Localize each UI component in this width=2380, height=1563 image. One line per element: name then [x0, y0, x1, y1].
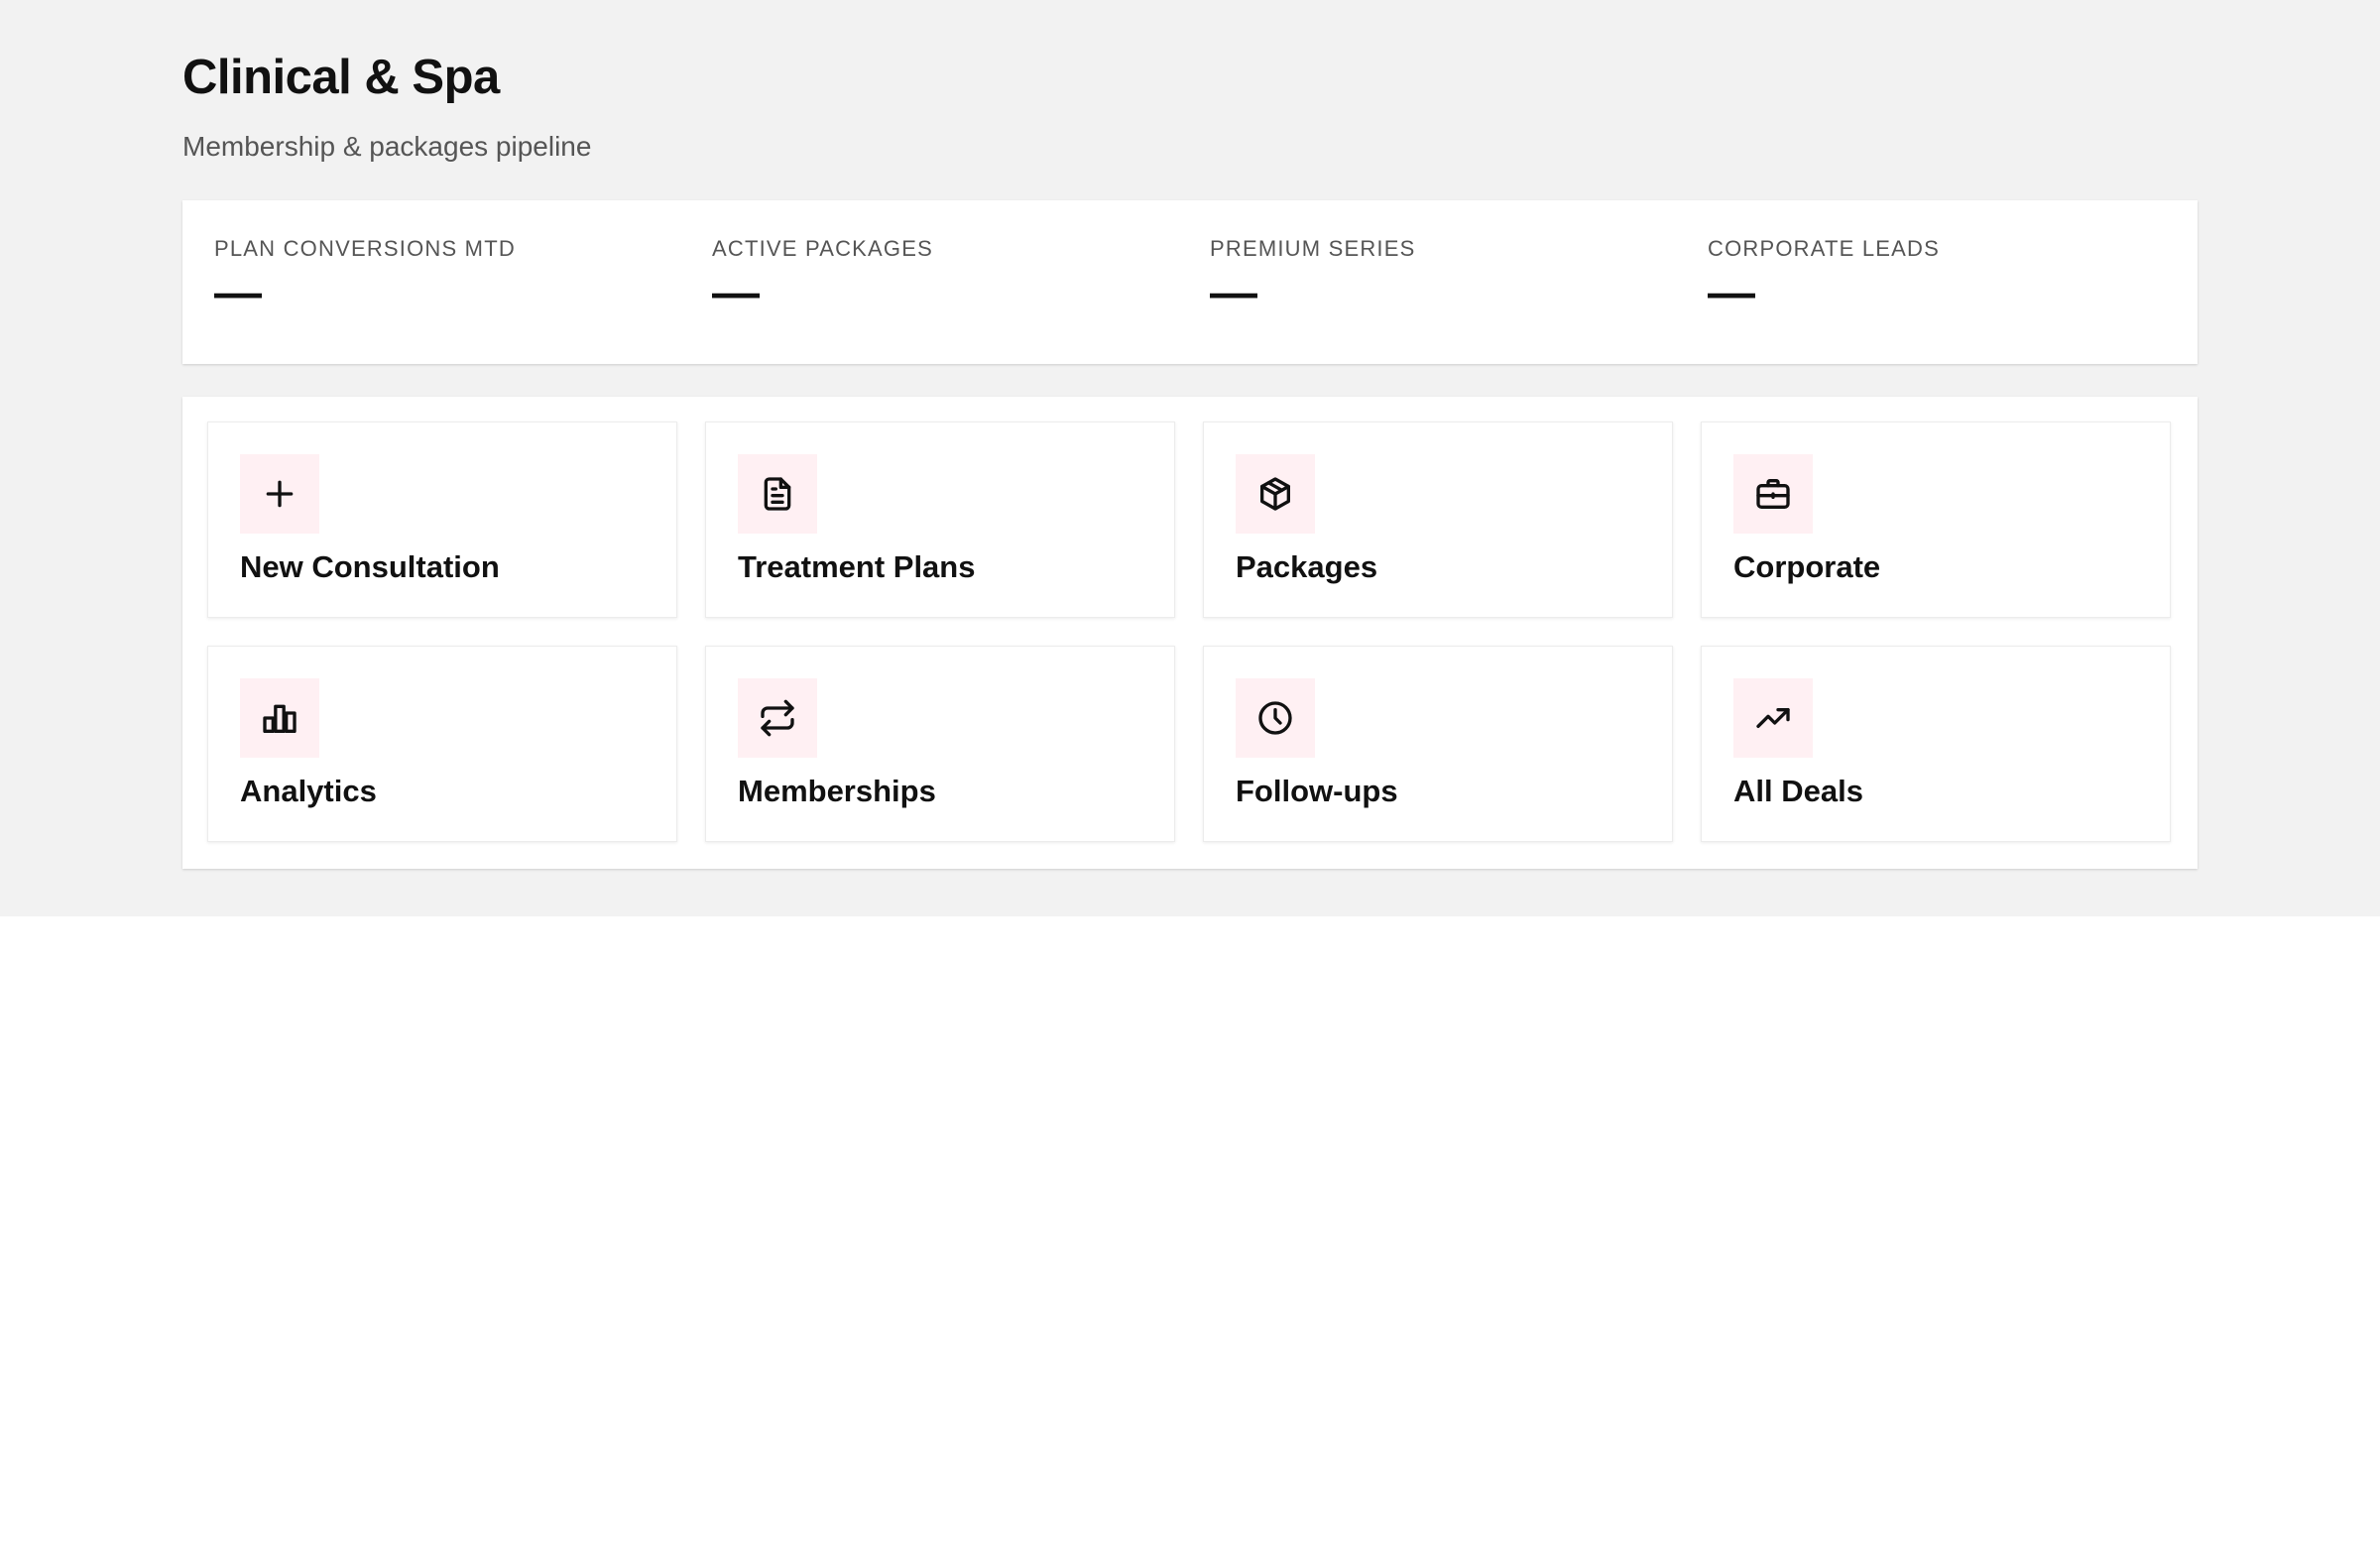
- action-treatment-plans[interactable]: Treatment Plans: [705, 421, 1175, 618]
- plus-icon: [240, 454, 319, 534]
- action-label: New Consultation: [240, 549, 500, 584]
- stat-label: CORPORATE LEADS: [1708, 236, 1940, 261]
- clock-icon: [1236, 678, 1315, 758]
- stat-active-packages: ACTIVE PACKAGES —: [680, 200, 1178, 364]
- action-follow-ups[interactable]: Follow-ups: [1203, 646, 1673, 842]
- stat-value: —: [214, 267, 262, 319]
- stats-card: PLAN CONVERSIONS MTD — ACTIVE PACKAGES —…: [182, 200, 2198, 364]
- stat-corporate-leads: CORPORATE LEADS —: [1676, 200, 2174, 364]
- page-subtitle: Membership & packages pipeline: [182, 131, 592, 162]
- action-label: Analytics: [240, 774, 377, 808]
- repeat-icon: [738, 678, 817, 758]
- package-icon: [1236, 454, 1315, 534]
- briefcase-icon: [1733, 454, 1813, 534]
- stat-value: —: [712, 267, 760, 319]
- action-all-deals[interactable]: All Deals: [1701, 646, 2171, 842]
- action-label: Packages: [1236, 549, 1378, 584]
- action-memberships[interactable]: Memberships: [705, 646, 1175, 842]
- action-label: Treatment Plans: [738, 549, 976, 584]
- stat-label: PLAN CONVERSIONS MTD: [214, 236, 516, 261]
- action-label: Corporate: [1733, 549, 1881, 584]
- stat-plan-conversions: PLAN CONVERSIONS MTD —: [182, 200, 680, 364]
- stat-label: ACTIVE PACKAGES: [712, 236, 933, 261]
- action-label: Memberships: [738, 774, 936, 808]
- action-label: Follow-ups: [1236, 774, 1398, 808]
- stat-value: —: [1708, 267, 1755, 319]
- stat-label: PREMIUM SERIES: [1210, 236, 1416, 261]
- action-label: All Deals: [1733, 774, 1863, 808]
- quick-actions-card: New Consultation Treatment Plans Package…: [182, 397, 2198, 869]
- action-corporate[interactable]: Corporate: [1701, 421, 2171, 618]
- stat-value: —: [1210, 267, 1257, 319]
- action-analytics[interactable]: Analytics: [207, 646, 677, 842]
- action-new-consultation[interactable]: New Consultation: [207, 421, 677, 618]
- action-packages[interactable]: Packages: [1203, 421, 1673, 618]
- page-title: Clinical & Spa: [182, 51, 500, 104]
- document-icon: [738, 454, 817, 534]
- stat-premium-series: PREMIUM SERIES —: [1178, 200, 1676, 364]
- trending-up-icon: [1733, 678, 1813, 758]
- bar-chart-icon: [240, 678, 319, 758]
